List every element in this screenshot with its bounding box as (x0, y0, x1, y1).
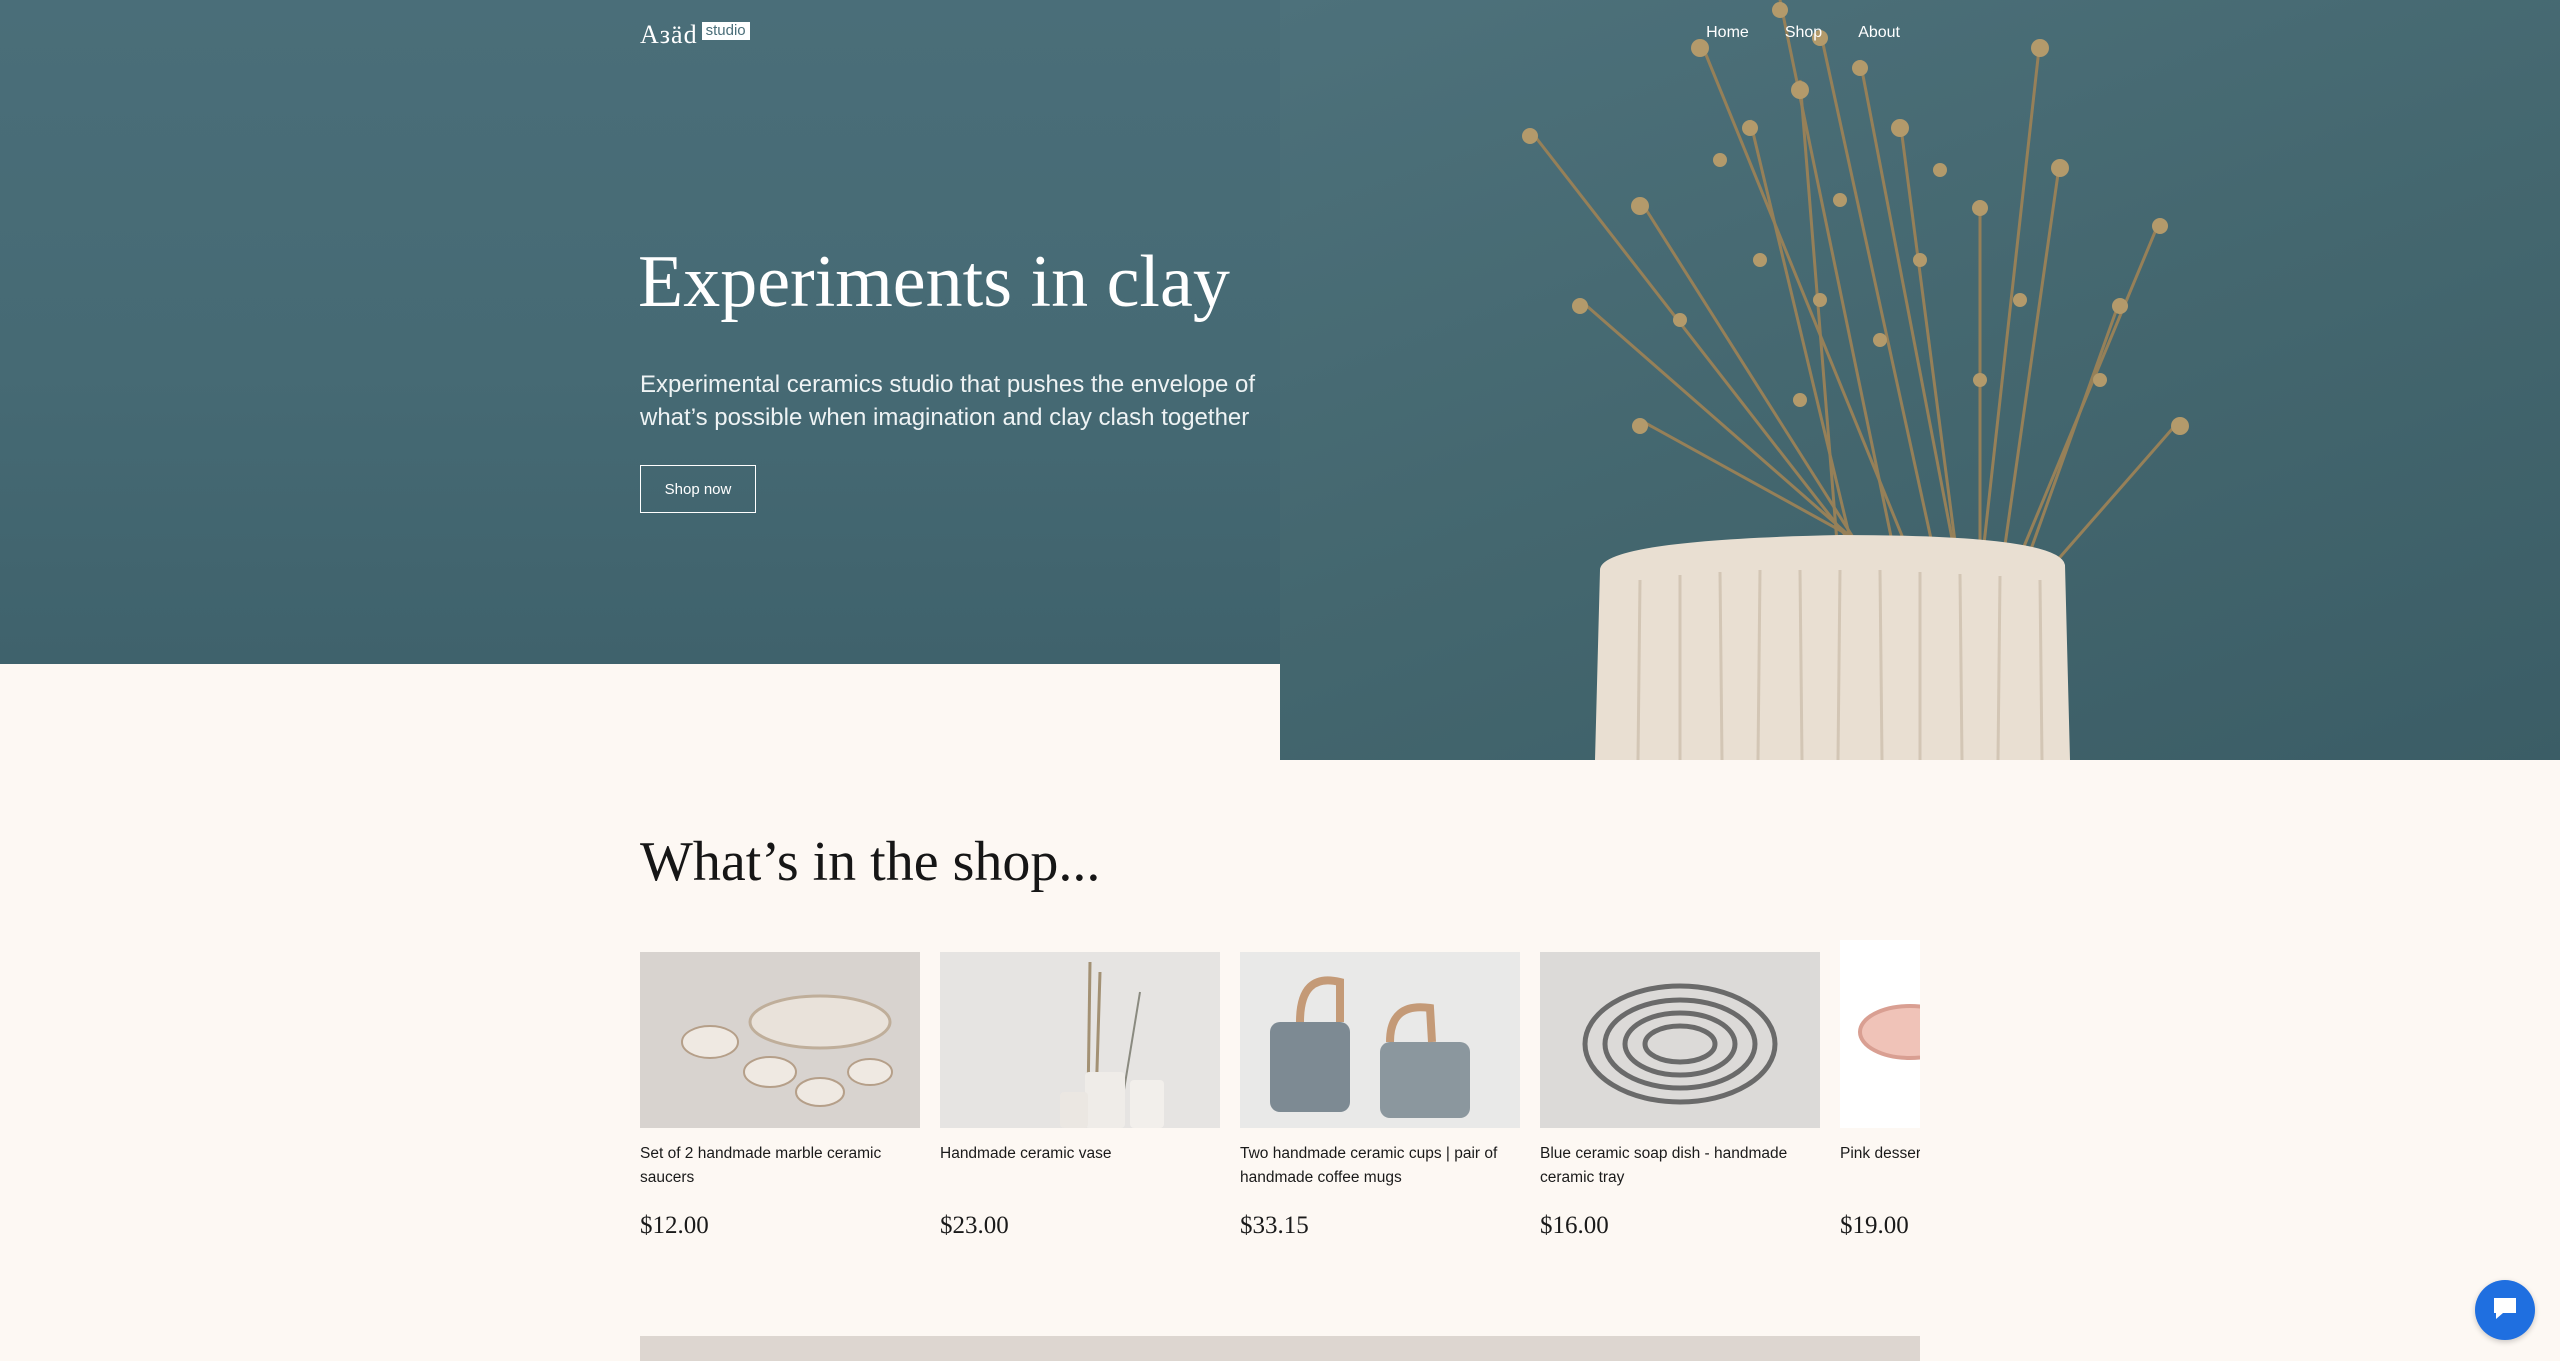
shop-now-button[interactable]: Shop now (640, 465, 756, 513)
product-image-coffee-mugs[interactable] (1240, 952, 1520, 1128)
brand-badge: studio (701, 22, 750, 40)
next-section-image (640, 1336, 1920, 1361)
product-name[interactable]: Blue ceramic soap dish - handmade cerami… (1540, 1142, 1820, 1206)
product-card[interactable]: Two handmade ceramic cups | pair of hand… (1240, 940, 1520, 1240)
chat-bubble-icon (2491, 1295, 2519, 1326)
product-image-ceramic-vase[interactable] (940, 952, 1220, 1128)
hero-background (0, 0, 1280, 664)
product-card[interactable]: Pink dessert serving plate cake plate $1… (1840, 940, 1920, 1240)
product-price: $16.00 (1540, 1212, 1609, 1239)
product-image-marble-saucers[interactable] (640, 952, 920, 1128)
product-carousel[interactable]: Set of 2 handmade marble ceramic saucers… (640, 940, 1920, 1260)
product-card[interactable]: Handmade ceramic vase $23.00 (940, 940, 1220, 1240)
product-price: $33.15 (1240, 1212, 1309, 1239)
nav-home-link[interactable]: Home (1706, 24, 1749, 42)
product-card[interactable]: Blue ceramic soap dish - handmade cerami… (1540, 940, 1820, 1240)
product-price: $12.00 (640, 1212, 709, 1239)
product-card[interactable]: Set of 2 handmade marble ceramic saucers… (640, 940, 920, 1240)
nav-about-link[interactable]: About (1858, 24, 1900, 42)
product-name[interactable]: Two handmade ceramic cups | pair of hand… (1240, 1142, 1520, 1206)
product-name[interactable]: Handmade ceramic vase (940, 1142, 1220, 1206)
product-name[interactable]: Pink dessert serving plate cake plate (1840, 1142, 1920, 1206)
product-price: $23.00 (940, 1212, 1009, 1239)
shop-section-title: What’s in the shop... (640, 831, 1101, 893)
product-price: $19.00 (1840, 1212, 1909, 1239)
main-nav: Home Shop About (1706, 24, 1900, 42)
chat-button[interactable] (2475, 1280, 2535, 1340)
nav-shop-link[interactable]: Shop (1785, 24, 1822, 42)
product-image-soap-dish[interactable] (1540, 952, 1820, 1128)
product-image-pink-plate[interactable] (1840, 940, 1920, 1128)
hero-subtitle: Experimental ceramics studio that pushes… (640, 371, 1256, 431)
brand-name: Aзäd (640, 20, 698, 49)
hero-image-dried-flowers-vase (1280, 0, 2560, 760)
brand-logo[interactable]: Aзäd studio (640, 20, 750, 50)
hero-title: Experiments in clay (638, 241, 1230, 323)
product-name[interactable]: Set of 2 handmade marble ceramic saucers (640, 1142, 920, 1206)
